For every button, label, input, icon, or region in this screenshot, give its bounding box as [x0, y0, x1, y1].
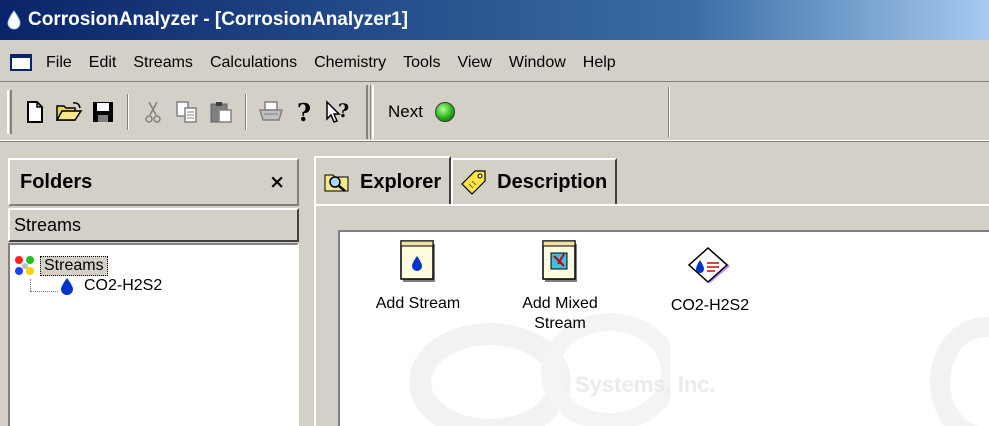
magnifier-folder-icon: [324, 174, 349, 192]
copy-icon: [176, 100, 197, 123]
help-icon: ?: [297, 99, 311, 125]
menu-bar: File Edit Streams Calculations Chemistry…: [0, 44, 989, 82]
menu-file[interactable]: File: [46, 52, 72, 74]
context-help-button[interactable]: ?: [324, 96, 354, 128]
window-title: CorrosionAnalyzer - [CorrosionAnalyzer1]: [28, 9, 409, 30]
save-icon: [93, 101, 113, 122]
copy-button[interactable]: [172, 96, 202, 128]
pane-splitter[interactable]: [299, 141, 309, 426]
tree-connector: [30, 279, 31, 291]
green-status-light-icon: [434, 101, 455, 122]
title-bar[interactable]: CorrosionAnalyzer - [CorrosionAnalyzer1]: [0, 0, 989, 40]
toolbar-grip[interactable]: [7, 89, 12, 134]
add-mixed-stream-icon: [542, 240, 577, 282]
next-label: Next: [388, 101, 423, 121]
cut-button[interactable]: [138, 96, 168, 128]
tree-item-co2-h2s2[interactable]: CO2-H2S2: [60, 277, 162, 295]
toolbar-separator: [127, 93, 129, 130]
tab-description[interactable]: Description: [451, 158, 618, 204]
menu-window[interactable]: Window: [509, 52, 566, 74]
paste-button[interactable]: [206, 96, 236, 128]
svg-text:?: ?: [297, 99, 311, 125]
menu-chemistry[interactable]: Chemistry: [314, 52, 386, 74]
tree-connector: [30, 291, 58, 292]
open-icon: [55, 101, 83, 121]
context-help-icon: ?: [326, 100, 349, 123]
print-button[interactable]: [256, 96, 286, 128]
folders-header: Folders ×: [8, 158, 299, 206]
tab-label: Description: [497, 170, 608, 193]
menu-tools[interactable]: Tools: [403, 52, 440, 74]
document-window-icon[interactable]: [10, 54, 32, 71]
oli-logo-watermark-icon: [930, 317, 989, 426]
close-icon[interactable]: ×: [269, 171, 285, 193]
water-drop-icon: [61, 278, 73, 295]
tab-strip: Explorer Description: [314, 156, 618, 206]
help-button[interactable]: ?: [290, 96, 320, 128]
menu-edit[interactable]: Edit: [89, 52, 117, 74]
menu-streams[interactable]: Streams: [133, 52, 193, 74]
next-button[interactable]: Next: [388, 101, 455, 122]
tree-item-label: Streams: [40, 256, 108, 276]
folder-tree[interactable]: Streams CO2-H2S2: [8, 243, 299, 426]
save-button[interactable]: [88, 96, 118, 128]
explorer-item-label: Add Stream: [375, 295, 461, 312]
paste-icon: [210, 101, 232, 123]
tab-label: Explorer: [360, 170, 442, 193]
toolbar-separator: [245, 93, 247, 130]
streams-folder-icon: [15, 256, 34, 275]
streams-section-label: Streams: [14, 214, 82, 235]
add-stream-icon: [400, 240, 435, 282]
menu-calculations[interactable]: Calculations: [210, 52, 297, 74]
folders-title: Folders: [20, 170, 93, 193]
watermark-text: Systems, Inc.: [575, 372, 716, 397]
explorer-item-add-stream[interactable]: Add Stream: [358, 238, 478, 314]
cut-icon: [145, 101, 161, 123]
tree-item-label: CO2-H2S2: [84, 277, 163, 294]
print-icon: [258, 100, 284, 121]
tag-icon: [461, 170, 486, 195]
open-button[interactable]: [54, 96, 84, 128]
new-icon: [27, 100, 43, 123]
water-drop-icon: [7, 10, 21, 30]
svg-text:?: ?: [338, 100, 349, 122]
tree-item-streams[interactable]: Streams: [14, 255, 108, 277]
explorer-item-label: CO2-H2S2: [670, 297, 750, 314]
stream-diamond-icon: [687, 246, 730, 284]
toolbar: ? ? Next: [0, 83, 989, 141]
new-button[interactable]: [20, 96, 50, 128]
toolbar-end-divider: [668, 87, 670, 137]
menu-help[interactable]: Help: [583, 52, 616, 74]
explorer-item-label: Add Mixed Stream: [522, 295, 598, 332]
tab-explorer[interactable]: Explorer: [314, 156, 452, 206]
explorer-item-add-mixed-stream[interactable]: Add Mixed Stream: [500, 238, 620, 334]
explorer-view[interactable]: Systems, Inc. Add Stream Add Mixed Strea…: [338, 230, 989, 426]
menu-view[interactable]: View: [457, 52, 491, 74]
toolbar-band-separator: [366, 84, 374, 139]
explorer-item-co2-h2s2[interactable]: CO2-H2S2: [650, 246, 770, 316]
streams-section-button[interactable]: Streams: [8, 208, 299, 242]
folders-pane: Folders × Streams Streams CO2-H2S2: [8, 158, 299, 426]
